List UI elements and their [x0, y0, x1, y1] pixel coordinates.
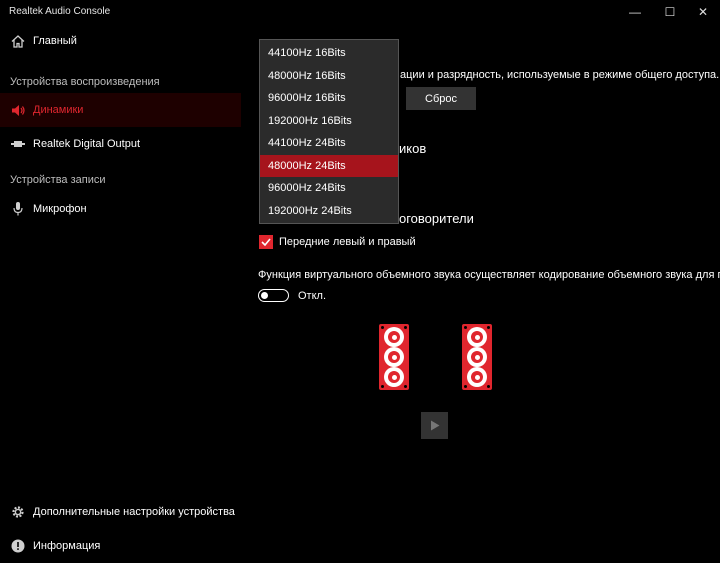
close-button[interactable]: ✕ — [686, 0, 720, 24]
test-play-button[interactable] — [421, 412, 448, 439]
sidebar-item-label: Микрофон — [33, 203, 87, 215]
format-option[interactable]: 192000Hz 24Bits — [260, 200, 398, 222]
format-option[interactable]: 96000Hz 24Bits — [260, 177, 398, 199]
microphone-icon — [10, 201, 26, 217]
format-option[interactable]: 96000Hz 16Bits — [260, 87, 398, 109]
sidebar-item-digital-output[interactable]: Realtek Digital Output — [0, 127, 241, 161]
record-section-label: Устройства записи — [10, 174, 106, 186]
info-icon — [10, 538, 26, 554]
sidebar-item-label: Дополнительные настройки устройства — [33, 506, 235, 518]
checkmark-icon — [261, 238, 271, 246]
maximize-icon: ☐ — [664, 5, 676, 19]
format-option[interactable]: 48000Hz 16Bits — [260, 65, 398, 87]
maximize-button[interactable]: ☐ — [653, 0, 687, 24]
format-description: ации и разрядность, используемые в режим… — [400, 69, 720, 81]
format-dropdown-list[interactable]: 44100Hz 16Bits 48000Hz 16Bits 96000Hz 16… — [259, 39, 399, 224]
sidebar-item-home[interactable]: Главный — [0, 24, 241, 58]
speaker-icon — [10, 102, 26, 118]
window-title: Realtek Audio Console — [9, 6, 111, 17]
speaker-config-heading: иков — [399, 141, 427, 156]
minimize-button[interactable]: — — [618, 0, 652, 24]
format-option[interactable]: 44100Hz 24Bits — [260, 132, 398, 154]
format-option-selected[interactable]: 48000Hz 24Bits — [260, 155, 398, 177]
sidebar-item-speakers[interactable]: Динамики — [0, 93, 241, 127]
sidebar-item-label: Главный — [33, 35, 77, 47]
sidebar-item-information[interactable]: Информация — [0, 529, 241, 563]
toggle-knob — [261, 291, 268, 299]
format-option[interactable]: 44100Hz 16Bits — [260, 42, 398, 64]
virtual-surround-toggle-label: Откл. — [298, 290, 327, 302]
speaker-front-right[interactable] — [462, 324, 492, 390]
playback-section-label: Устройства воспроизведения — [10, 76, 160, 88]
minimize-icon: — — [629, 5, 641, 19]
front-lr-label: Передние левый и правый — [279, 236, 416, 248]
front-lr-checkbox[interactable] — [259, 235, 273, 249]
reset-button-label: Сброс — [425, 92, 457, 105]
fullrange-speakers-heading: оговорители — [399, 211, 474, 226]
sidebar-item-label: Realtek Digital Output — [33, 138, 140, 150]
title-bar: Realtek Audio Console — ☐ ✕ — [0, 0, 720, 24]
format-option[interactable]: 192000Hz 16Bits — [260, 110, 398, 132]
sidebar-item-microphone[interactable]: Микрофон — [0, 192, 241, 226]
play-icon — [430, 420, 439, 431]
home-icon — [10, 33, 26, 49]
gear-icon — [10, 504, 26, 520]
reset-button[interactable]: Сброс — [406, 87, 476, 110]
virtual-surround-toggle[interactable] — [258, 289, 289, 302]
close-icon: ✕ — [697, 5, 709, 19]
sidebar-item-advanced-settings[interactable]: Дополнительные настройки устройства — [0, 495, 241, 529]
sidebar-item-label: Динамики — [33, 104, 84, 116]
speaker-front-left[interactable] — [379, 324, 409, 390]
digital-output-icon — [10, 136, 26, 152]
sidebar-item-label: Информация — [33, 540, 101, 552]
virtual-surround-description: Функция виртуального объемного звука осу… — [258, 269, 720, 281]
